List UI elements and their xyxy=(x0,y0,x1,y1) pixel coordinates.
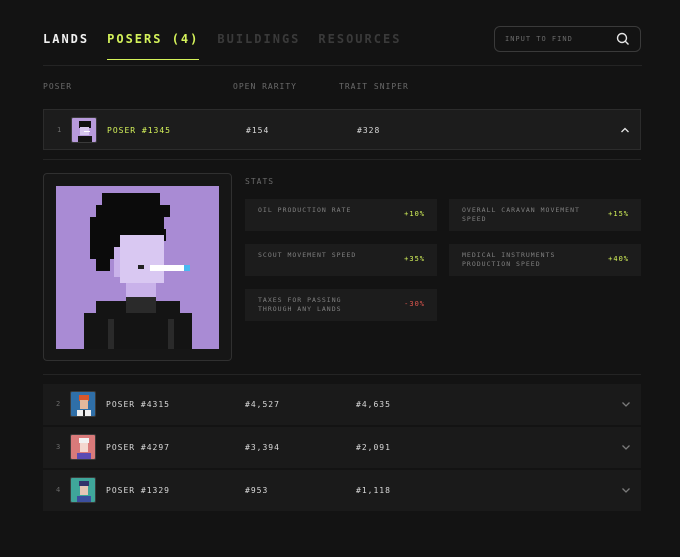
poser-avatar-image xyxy=(77,481,91,502)
open-rarity-value: #3,394 xyxy=(245,443,280,452)
stats-title: Stats xyxy=(245,177,275,186)
poser-portrait-card xyxy=(43,173,232,361)
nav-tabs: Lands Posers (4) Buildings Resources xyxy=(43,26,401,66)
stat-card: Oil production rate +10% xyxy=(245,199,437,231)
table-row[interactable]: 2 POSER #4315 #4,527 #4,635 xyxy=(43,384,641,425)
poser-name: POSER #4315 xyxy=(106,400,170,409)
poser-avatar-image xyxy=(77,438,91,459)
stat-card: Taxes for passing through any lands -30% xyxy=(245,289,437,321)
poser-thumbnail xyxy=(70,434,96,460)
stat-label: Overall caravan movement speed xyxy=(462,206,580,223)
chevron-down-icon[interactable] xyxy=(621,442,631,452)
stat-card: Scout movement speed +35% xyxy=(245,244,437,276)
detail-divider-bottom xyxy=(43,374,641,375)
poser-name: POSER #4297 xyxy=(106,443,170,452)
table-header: Poser Open Rarity Trait Sniper xyxy=(43,82,642,94)
header-poser: Poser xyxy=(43,82,73,91)
table-row[interactable]: 4 POSER #1329 #953 #1,118 xyxy=(43,470,641,511)
poser-thumbnail xyxy=(70,477,96,503)
row-index: 4 xyxy=(56,486,62,494)
trait-sniper-value: #328 xyxy=(357,126,381,135)
stat-value: +35% xyxy=(404,255,425,263)
stat-label: Medical instruments production speed xyxy=(462,251,556,268)
header-open-rarity: Open Rarity xyxy=(233,82,297,91)
header-trait-sniper: Trait Sniper xyxy=(339,82,409,91)
poser-name: POSER #1329 xyxy=(106,486,170,495)
open-rarity-value: #154 xyxy=(246,126,270,135)
poser-thumbnail xyxy=(71,117,97,143)
stat-label: Oil production rate xyxy=(258,206,352,214)
trait-sniper-value: #1,118 xyxy=(356,486,391,495)
tab-resources[interactable]: Resources xyxy=(318,26,401,60)
poser-portrait-image xyxy=(84,193,192,349)
poser-avatar-image xyxy=(77,395,91,416)
trait-sniper-value: #4,635 xyxy=(356,400,391,409)
stat-value: +40% xyxy=(608,255,629,263)
poser-name: POSER #1345 xyxy=(107,126,171,135)
stat-card: Medical instruments production speed +40… xyxy=(449,244,641,276)
poser-portrait xyxy=(56,186,219,349)
header-divider xyxy=(43,65,642,66)
stat-value: +15% xyxy=(608,210,629,218)
stat-label: Scout movement speed xyxy=(258,251,357,259)
chevron-down-icon[interactable] xyxy=(621,399,631,409)
stat-label: Taxes for passing through any lands xyxy=(258,296,342,313)
chevron-down-icon[interactable] xyxy=(621,485,631,495)
tab-posers[interactable]: Posers (4) xyxy=(107,26,200,60)
search-box xyxy=(494,26,641,52)
table-row[interactable]: 3 POSER #4297 #3,394 #2,091 xyxy=(43,427,641,468)
open-rarity-value: #953 xyxy=(245,486,269,495)
tab-lands[interactable]: Lands xyxy=(43,26,89,60)
poser-thumbnail xyxy=(70,391,96,417)
row-index: 2 xyxy=(56,400,62,408)
search-icon[interactable] xyxy=(616,32,630,46)
detail-divider-top xyxy=(43,159,641,160)
trait-sniper-value: #2,091 xyxy=(356,443,391,452)
search-input[interactable] xyxy=(505,35,616,43)
stat-value: +10% xyxy=(404,210,425,218)
row-index: 3 xyxy=(56,443,62,451)
stat-value: -30% xyxy=(404,300,425,308)
tab-buildings[interactable]: Buildings xyxy=(217,26,300,60)
poser-avatar-image xyxy=(78,121,92,142)
table-row[interactable]: 1 POSER #1345 #154 #328 xyxy=(43,109,641,150)
open-rarity-value: #4,527 xyxy=(245,400,280,409)
row-index: 1 xyxy=(57,126,63,134)
stat-card: Overall caravan movement speed +15% xyxy=(449,199,641,231)
chevron-up-icon[interactable] xyxy=(620,125,630,135)
